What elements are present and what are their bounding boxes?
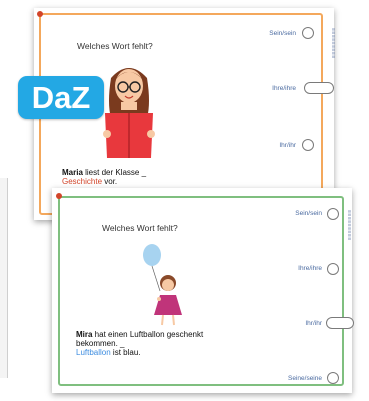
sentence-name: Maria: [62, 168, 83, 177]
girl-reading-illustration: [103, 68, 155, 158]
background-card-edge: [0, 178, 8, 378]
option-label-3: Ihr/ihr: [279, 142, 296, 149]
question-label: Welches Wort fehlt?: [102, 223, 178, 233]
option-label-1: Sein/sein: [269, 30, 296, 37]
red-pin-icon: [37, 11, 43, 17]
option-radio-3[interactable]: [302, 139, 314, 151]
sentence-highlight: Luftballon: [76, 348, 111, 357]
sentence-part-1: hat einen Luftballon geschenkt bekommen.…: [76, 330, 204, 348]
question-label: Welches Wort fehlt?: [77, 41, 153, 51]
girl-with-balloon-illustration: [143, 244, 182, 326]
option-label-2: Ihre/ihre: [272, 85, 296, 92]
red-pin-icon: [56, 193, 62, 199]
side-label: ≡≡≡≡≡≡≡≡≡: [346, 210, 352, 241]
sentence-part-2: vor.: [102, 177, 118, 186]
option-radio-2[interactable]: [327, 263, 339, 275]
exercise-card-2[interactable]: Welches Wort fehlt? Sein/sein Ihre/ihre …: [52, 188, 354, 393]
sentence-text: Mira hat einen Luftballon geschenkt beko…: [76, 330, 216, 357]
sentence-part-2: ist blau.: [110, 348, 141, 357]
option-label-2: Ihre/ihre: [298, 265, 322, 272]
sentence-name: Mira: [76, 330, 93, 339]
side-label: ≡≡≡≡≡≡≡≡≡: [330, 28, 336, 59]
daz-badge: DaZ: [18, 76, 104, 119]
option-radio-1[interactable]: [327, 208, 339, 220]
option-label-1: Sein/sein: [295, 210, 322, 217]
option-label-3: Ihr/ihr: [305, 320, 322, 327]
answer-slot[interactable]: [326, 317, 354, 329]
option-label-4: Seine/seine: [288, 375, 322, 382]
card-frame: [58, 196, 344, 386]
sentence-text: Maria liest der Klasse _ Geschichte vor.: [62, 168, 212, 186]
option-radio-1[interactable]: [302, 27, 314, 39]
option-radio-4[interactable]: [327, 372, 339, 384]
sentence-part-1: liest der Klasse _: [82, 168, 147, 177]
sentence-highlight: Geschichte: [62, 177, 103, 186]
